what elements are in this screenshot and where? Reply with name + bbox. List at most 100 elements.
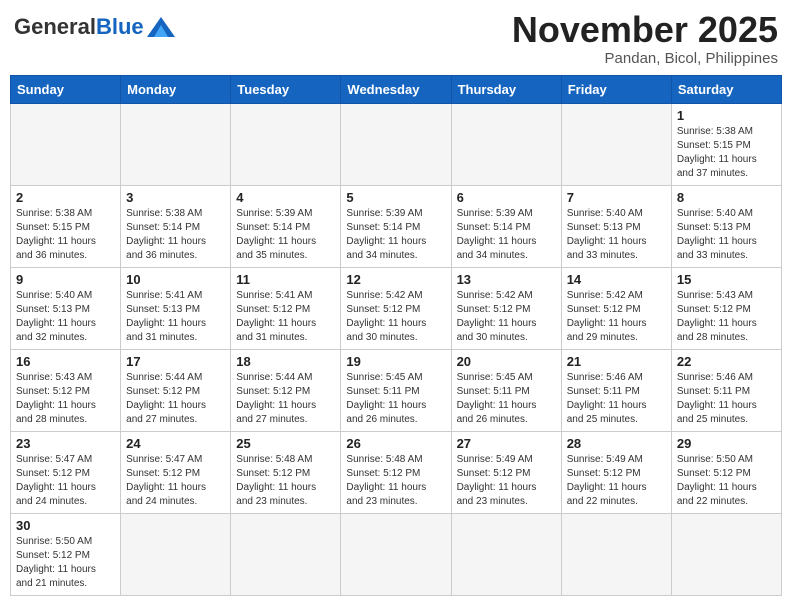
- day-number: 20: [457, 354, 556, 369]
- day-info: Sunrise: 5:39 AMSunset: 5:14 PMDaylight:…: [457, 207, 556, 263]
- day-info: Sunrise: 5:47 AMSunset: 5:12 PMDaylight:…: [16, 453, 115, 509]
- day-number: 9: [16, 272, 115, 287]
- empty-cell: [231, 513, 341, 595]
- table-row: 21 Sunrise: 5:46 AMSunset: 5:11 PMDaylig…: [561, 349, 671, 431]
- day-number: 30: [16, 518, 115, 533]
- table-row: 13 Sunrise: 5:42 AMSunset: 5:12 PMDaylig…: [451, 267, 561, 349]
- day-info: Sunrise: 5:43 AMSunset: 5:12 PMDaylight:…: [16, 371, 115, 427]
- day-number: 18: [236, 354, 335, 369]
- day-number: 11: [236, 272, 335, 287]
- calendar-row: 16 Sunrise: 5:43 AMSunset: 5:12 PMDaylig…: [11, 349, 782, 431]
- table-row: 24 Sunrise: 5:47 AMSunset: 5:12 PMDaylig…: [121, 431, 231, 513]
- day-number: 23: [16, 436, 115, 451]
- day-info: Sunrise: 5:40 AMSunset: 5:13 PMDaylight:…: [567, 207, 666, 263]
- table-row: 29 Sunrise: 5:50 AMSunset: 5:12 PMDaylig…: [671, 431, 781, 513]
- empty-cell: [11, 103, 121, 185]
- day-info: Sunrise: 5:47 AMSunset: 5:12 PMDaylight:…: [126, 453, 225, 509]
- day-info: Sunrise: 5:42 AMSunset: 5:12 PMDaylight:…: [346, 289, 445, 345]
- empty-cell: [231, 103, 341, 185]
- table-row: 5 Sunrise: 5:39 AMSunset: 5:14 PMDayligh…: [341, 185, 451, 267]
- day-info: Sunrise: 5:44 AMSunset: 5:12 PMDaylight:…: [126, 371, 225, 427]
- header-sunday: Sunday: [11, 75, 121, 103]
- table-row: 16 Sunrise: 5:43 AMSunset: 5:12 PMDaylig…: [11, 349, 121, 431]
- table-row: 23 Sunrise: 5:47 AMSunset: 5:12 PMDaylig…: [11, 431, 121, 513]
- table-row: 12 Sunrise: 5:42 AMSunset: 5:12 PMDaylig…: [341, 267, 451, 349]
- table-row: 19 Sunrise: 5:45 AMSunset: 5:11 PMDaylig…: [341, 349, 451, 431]
- empty-cell: [121, 513, 231, 595]
- month-title: November 2025: [512, 10, 778, 50]
- table-row: 30 Sunrise: 5:50 AMSunset: 5:12 PMDaylig…: [11, 513, 121, 595]
- table-row: 27 Sunrise: 5:49 AMSunset: 5:12 PMDaylig…: [451, 431, 561, 513]
- day-number: 15: [677, 272, 776, 287]
- title-area: November 2025 Pandan, Bicol, Philippines: [512, 10, 778, 67]
- location: Pandan, Bicol, Philippines: [512, 50, 778, 67]
- logo-icon: [147, 17, 175, 37]
- table-row: 14 Sunrise: 5:42 AMSunset: 5:12 PMDaylig…: [561, 267, 671, 349]
- table-row: 7 Sunrise: 5:40 AMSunset: 5:13 PMDayligh…: [561, 185, 671, 267]
- day-info: Sunrise: 5:42 AMSunset: 5:12 PMDaylight:…: [457, 289, 556, 345]
- table-row: 17 Sunrise: 5:44 AMSunset: 5:12 PMDaylig…: [121, 349, 231, 431]
- header-saturday: Saturday: [671, 75, 781, 103]
- table-row: 3 Sunrise: 5:38 AMSunset: 5:14 PMDayligh…: [121, 185, 231, 267]
- day-number: 5: [346, 190, 445, 205]
- empty-cell: [561, 103, 671, 185]
- day-info: Sunrise: 5:48 AMSunset: 5:12 PMDaylight:…: [346, 453, 445, 509]
- empty-cell: [451, 103, 561, 185]
- table-row: 1 Sunrise: 5:38 AMSunset: 5:15 PMDayligh…: [671, 103, 781, 185]
- table-row: 26 Sunrise: 5:48 AMSunset: 5:12 PMDaylig…: [341, 431, 451, 513]
- day-info: Sunrise: 5:41 AMSunset: 5:13 PMDaylight:…: [126, 289, 225, 345]
- weekday-header-row: Sunday Monday Tuesday Wednesday Thursday…: [11, 75, 782, 103]
- header-monday: Monday: [121, 75, 231, 103]
- day-number: 28: [567, 436, 666, 451]
- day-info: Sunrise: 5:39 AMSunset: 5:14 PMDaylight:…: [236, 207, 335, 263]
- day-number: 14: [567, 272, 666, 287]
- day-info: Sunrise: 5:43 AMSunset: 5:12 PMDaylight:…: [677, 289, 776, 345]
- day-number: 26: [346, 436, 445, 451]
- day-number: 6: [457, 190, 556, 205]
- day-number: 2: [16, 190, 115, 205]
- day-info: Sunrise: 5:38 AMSunset: 5:15 PMDaylight:…: [16, 207, 115, 263]
- day-number: 13: [457, 272, 556, 287]
- calendar-row: 1 Sunrise: 5:38 AMSunset: 5:15 PMDayligh…: [11, 103, 782, 185]
- table-row: 4 Sunrise: 5:39 AMSunset: 5:14 PMDayligh…: [231, 185, 341, 267]
- calendar-row: 23 Sunrise: 5:47 AMSunset: 5:12 PMDaylig…: [11, 431, 782, 513]
- header-thursday: Thursday: [451, 75, 561, 103]
- logo: General Blue: [14, 10, 175, 38]
- day-info: Sunrise: 5:48 AMSunset: 5:12 PMDaylight:…: [236, 453, 335, 509]
- day-info: Sunrise: 5:46 AMSunset: 5:11 PMDaylight:…: [567, 371, 666, 427]
- day-number: 7: [567, 190, 666, 205]
- empty-cell: [671, 513, 781, 595]
- header-wednesday: Wednesday: [341, 75, 451, 103]
- day-info: Sunrise: 5:49 AMSunset: 5:12 PMDaylight:…: [567, 453, 666, 509]
- table-row: 9 Sunrise: 5:40 AMSunset: 5:13 PMDayligh…: [11, 267, 121, 349]
- day-number: 8: [677, 190, 776, 205]
- empty-cell: [341, 513, 451, 595]
- day-number: 25: [236, 436, 335, 451]
- table-row: 8 Sunrise: 5:40 AMSunset: 5:13 PMDayligh…: [671, 185, 781, 267]
- day-number: 21: [567, 354, 666, 369]
- day-number: 10: [126, 272, 225, 287]
- table-row: 18 Sunrise: 5:44 AMSunset: 5:12 PMDaylig…: [231, 349, 341, 431]
- day-number: 29: [677, 436, 776, 451]
- day-number: 3: [126, 190, 225, 205]
- day-number: 16: [16, 354, 115, 369]
- day-number: 27: [457, 436, 556, 451]
- table-row: 10 Sunrise: 5:41 AMSunset: 5:13 PMDaylig…: [121, 267, 231, 349]
- day-info: Sunrise: 5:45 AMSunset: 5:11 PMDaylight:…: [457, 371, 556, 427]
- day-info: Sunrise: 5:44 AMSunset: 5:12 PMDaylight:…: [236, 371, 335, 427]
- table-row: 11 Sunrise: 5:41 AMSunset: 5:12 PMDaylig…: [231, 267, 341, 349]
- calendar-row: 30 Sunrise: 5:50 AMSunset: 5:12 PMDaylig…: [11, 513, 782, 595]
- calendar-row: 9 Sunrise: 5:40 AMSunset: 5:13 PMDayligh…: [11, 267, 782, 349]
- day-number: 17: [126, 354, 225, 369]
- day-info: Sunrise: 5:40 AMSunset: 5:13 PMDaylight:…: [677, 207, 776, 263]
- header: General Blue November 2025 Pandan, Bicol…: [10, 10, 782, 67]
- table-row: 6 Sunrise: 5:39 AMSunset: 5:14 PMDayligh…: [451, 185, 561, 267]
- calendar-row: 2 Sunrise: 5:38 AMSunset: 5:15 PMDayligh…: [11, 185, 782, 267]
- table-row: 20 Sunrise: 5:45 AMSunset: 5:11 PMDaylig…: [451, 349, 561, 431]
- day-info: Sunrise: 5:45 AMSunset: 5:11 PMDaylight:…: [346, 371, 445, 427]
- calendar: Sunday Monday Tuesday Wednesday Thursday…: [10, 75, 782, 596]
- empty-cell: [561, 513, 671, 595]
- table-row: 22 Sunrise: 5:46 AMSunset: 5:11 PMDaylig…: [671, 349, 781, 431]
- day-number: 24: [126, 436, 225, 451]
- day-number: 1: [677, 108, 776, 123]
